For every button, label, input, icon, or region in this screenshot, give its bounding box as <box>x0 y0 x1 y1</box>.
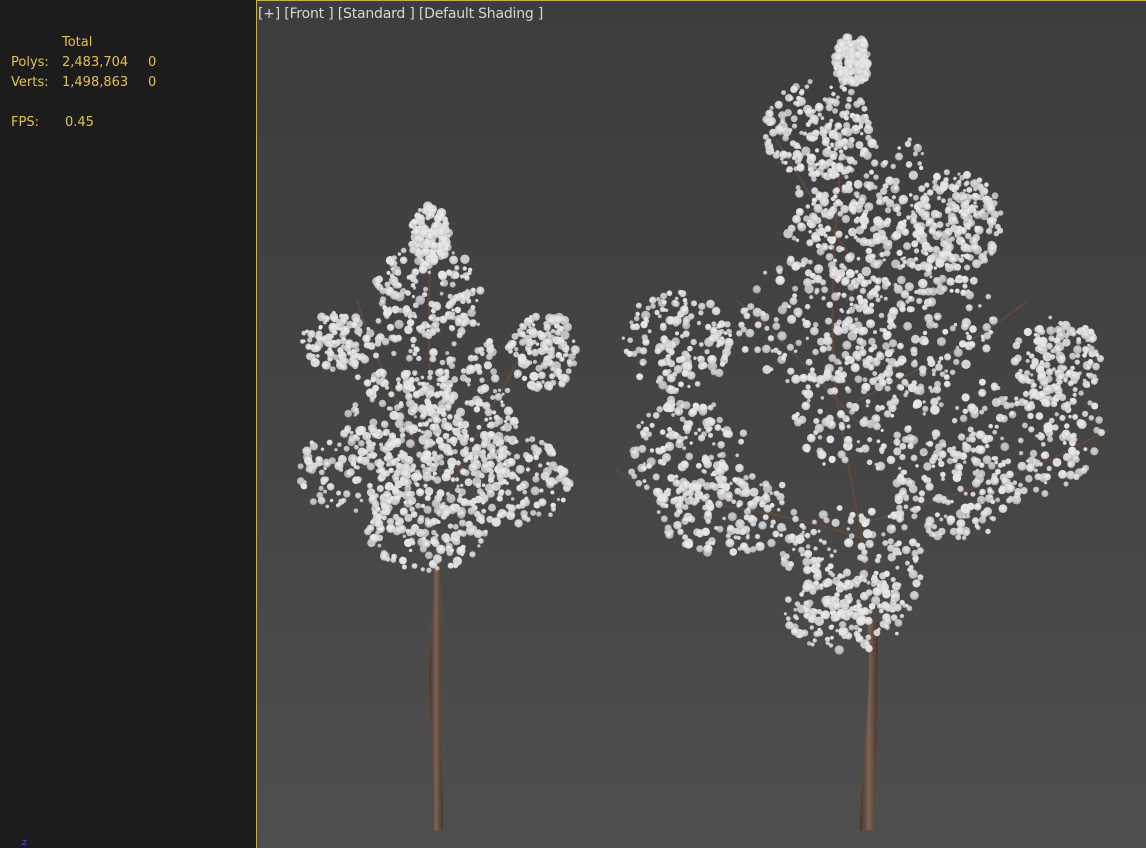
verts-selected: 0 <box>148 75 157 90</box>
viewport-label-menu[interactable]: [+] [Front ] [Standard ] [Default Shadin… <box>258 6 543 22</box>
verts-label: Verts: <box>11 75 49 90</box>
tree-trunk <box>428 562 444 832</box>
tree-large-model[interactable] <box>616 33 1108 832</box>
verts-total: 1,498,863 <box>62 75 129 90</box>
app-window: [+] [Front ] [Standard ] [Default Shadin… <box>0 0 1146 848</box>
tree-trunk <box>858 620 880 832</box>
polys-selected: 0 <box>148 55 157 70</box>
blossom-cluster <box>621 33 1105 655</box>
stats-column-header: Total <box>62 35 93 50</box>
scene-canvas[interactable] <box>257 1 1146 848</box>
polys-total: 2,483,704 <box>62 55 129 70</box>
tree-small-model[interactable] <box>296 201 580 832</box>
axis-gizmo-z: z <box>22 838 27 848</box>
polys-label: Polys: <box>11 55 49 70</box>
front-viewport[interactable]: [+] [Front ] [Standard ] [Default Shadin… <box>256 0 1146 848</box>
fps-label: FPS: <box>11 115 39 130</box>
fps-value: 0.45 <box>65 115 94 130</box>
